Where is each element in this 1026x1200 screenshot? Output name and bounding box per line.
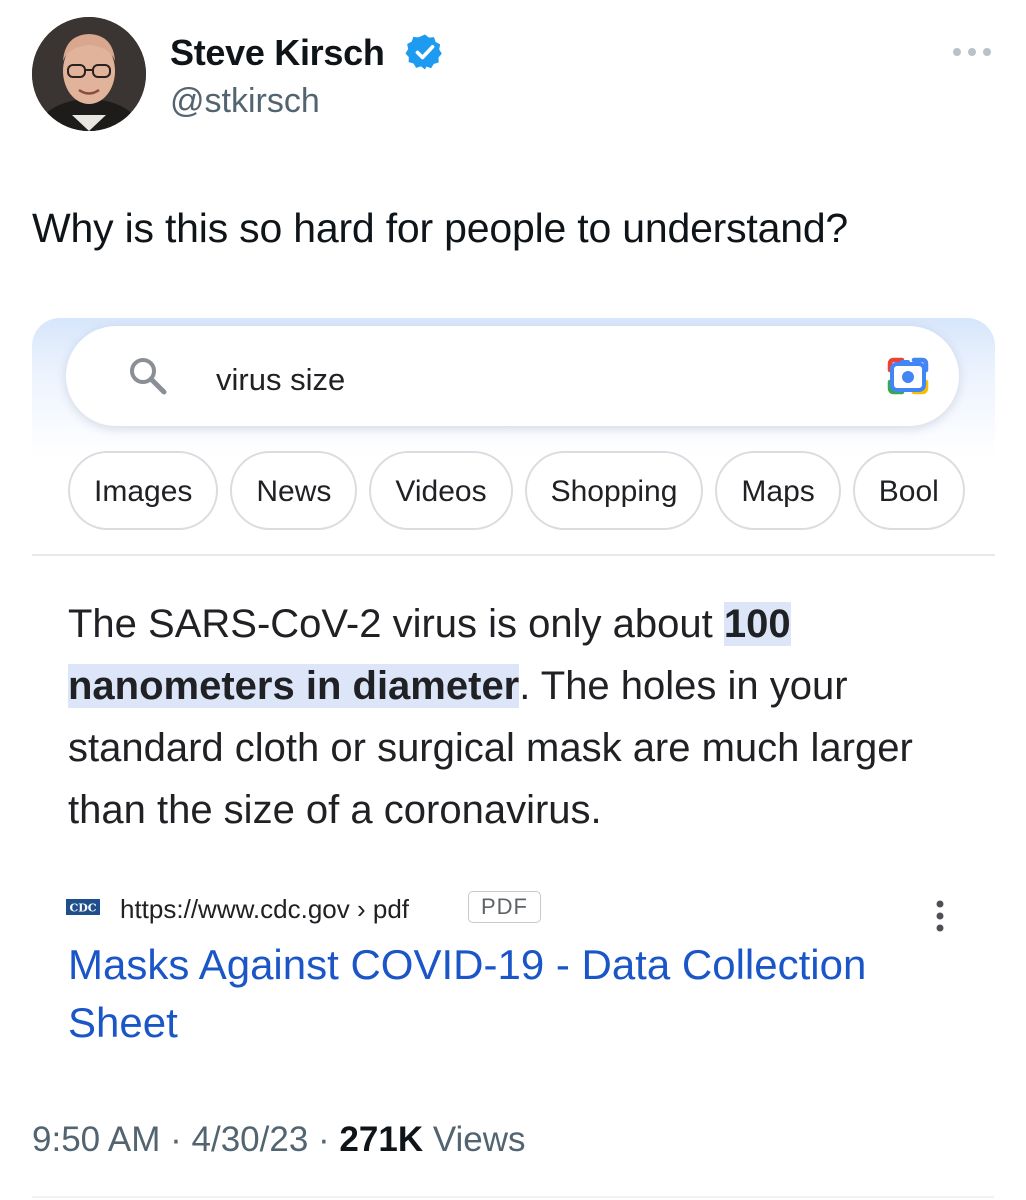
chip-books[interactable]: Bool (852, 451, 965, 530)
more-dots-icon (953, 48, 991, 56)
chip-maps[interactable]: Maps (715, 451, 841, 530)
search-header: virus size Images News Videos Shopping Maps B… (32, 318, 995, 555)
tweet-page: Steve Kirsch @stkirsch Why is this so ha… (0, 0, 1026, 1200)
snippet-text-start: The SARS-CoV-2 virus is only about (68, 602, 724, 646)
chip-news[interactable]: News (230, 451, 358, 530)
more-options-button[interactable] (948, 28, 996, 76)
views-label: Views (423, 1120, 526, 1159)
result-title-link[interactable]: Masks Against COVID-19 - Data Collection… (68, 936, 948, 1052)
filter-chips: Images News Videos Shopping Maps Bool (68, 451, 995, 531)
tweet-time[interactable]: 9:50 AM (32, 1120, 160, 1159)
author-name[interactable]: Steve Kirsch (170, 32, 385, 74)
search-bar[interactable]: virus size (66, 326, 959, 426)
search-icon (130, 358, 167, 395)
camera-lens-icon[interactable] (884, 352, 932, 400)
kebab-menu-icon[interactable] (932, 898, 948, 934)
chip-videos[interactable]: Videos (369, 451, 513, 530)
divider (32, 554, 995, 556)
chip-shopping[interactable]: Shopping (524, 451, 704, 530)
pdf-badge: PDF (468, 891, 541, 923)
avatar[interactable] (32, 17, 146, 131)
tweet-meta: 9:50 AM · 4/30/23 · 271K Views (32, 1120, 526, 1160)
meta-separator: · (160, 1120, 192, 1159)
meta-separator: · (308, 1120, 340, 1159)
views-count[interactable]: 271K (339, 1120, 423, 1159)
featured-snippet: The SARS-CoV-2 virus is only about 100 n… (68, 593, 948, 841)
result-url[interactable]: https://www.cdc.gov › pdf (120, 894, 409, 925)
chip-images[interactable]: Images (68, 451, 219, 530)
tweet-text: Why is this so hard for people to unders… (32, 205, 849, 251)
tweet-date[interactable]: 4/30/23 (192, 1120, 309, 1159)
avatar-photo (32, 17, 146, 131)
verified-badge-icon (405, 34, 442, 70)
attached-screenshot[interactable]: virus size Images News Videos Shopping Maps B… (32, 318, 995, 1080)
cdc-favicon-icon: CDC (66, 896, 102, 918)
search-query[interactable]: virus size (216, 362, 345, 398)
snippet-highlight-phrase: nanometers in diameter (68, 664, 520, 708)
result-source[interactable]: CDC https://www.cdc.gov › pdf PDF (66, 891, 966, 931)
favicon-text: CDC (69, 902, 96, 915)
snippet-highlight-number: 100 (723, 602, 791, 646)
author-handle[interactable]: @stkirsch (170, 82, 320, 121)
bottom-divider (32, 1196, 994, 1198)
